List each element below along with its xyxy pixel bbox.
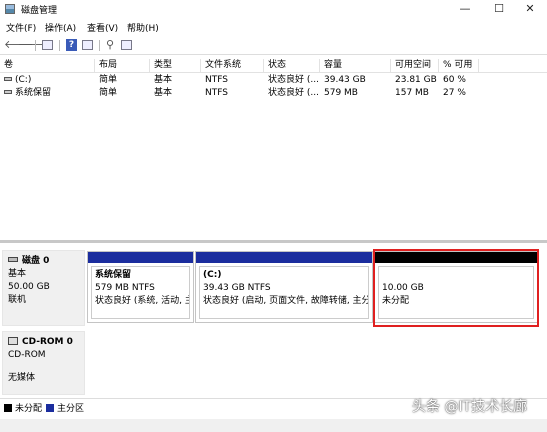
partition-info: (C:) 39.43 GB NTFS 状态良好 (启动, 页面文件, 故障转储,… [199,266,369,319]
cell-filesystem: NTFS [205,88,228,98]
partition-color-bar [196,252,372,263]
cell-type: 基本 [154,75,173,85]
partition-size: 39.43 GB NTFS [203,283,271,293]
cell-percent-free: 27 % [443,88,466,98]
menu-file[interactable]: 文件(F) [6,21,36,34]
cell-free-space: 23.81 GB [395,75,437,85]
drive-icon [4,89,12,94]
partition-color-bar [88,252,193,263]
col-header-layout[interactable]: 布局 [95,59,150,73]
disk0-name: 磁盘 0 [22,256,50,266]
watermark: 头条 @IT技术长廊 [412,399,528,415]
partition-status: 状态良好 (系统, 活动, 主分区) [95,296,189,306]
col-header-capacity[interactable]: 容量 [320,59,391,73]
window-title: 磁盘管理 [21,6,58,16]
legend-label: 未分配 [15,404,43,414]
close-button[interactable]: ✕ [513,0,547,18]
volume-list-header: 卷 布局 类型 文件系统 状态 容量 可用空间 % 可用 [0,59,547,73]
partition-info: 系统保留 579 MB NTFS 状态良好 (系统, 活动, 主分区) [91,266,190,319]
legend-primary: 主分区 [46,403,85,414]
legend-unallocated: 未分配 [4,403,43,414]
maximize-button[interactable]: ☐ [482,0,516,18]
disk-management-app-icon [5,4,15,14]
cdrom0-label[interactable]: CD-ROM 0 CD-ROM 无媒体 [2,331,85,395]
disk-icon [8,257,18,262]
disk0-status: 联机 [8,295,27,305]
table-row[interactable]: (C:) 简单 基本 NTFS 状态良好 (... 39.43 GB 23.81… [0,74,547,86]
cell-volume-label: 系统保留 [15,88,52,98]
col-header-volume[interactable]: 卷 [0,59,95,73]
col-header-free-space[interactable]: 可用空间 [391,59,439,73]
partition-status: 状态良好 (启动, 页面文件, 故障转储, 主分区) [203,296,369,306]
menu-help[interactable]: 帮助(H) [127,21,159,34]
cell-capacity: 39.43 GB [324,75,366,85]
menu-action[interactable]: 操作(A) [45,21,76,34]
cdrom0-media-area [87,331,539,395]
cell-percent-free: 60 % [443,75,466,85]
selection-highlight [373,249,539,327]
cell-capacity: 579 MB [324,88,358,98]
partition-c-drive[interactable]: (C:) 39.43 GB NTFS 状态良好 (启动, 页面文件, 故障转储,… [195,251,373,323]
help-icon[interactable]: ? [66,39,77,51]
disk0-size: 50.00 GB [8,282,50,292]
cell-volume: 系统保留 [0,87,51,99]
cell-free-space: 157 MB [395,88,429,98]
drive-icon [4,76,12,81]
col-header-percent-free[interactable]: % 可用 [439,59,479,73]
disk0-label[interactable]: 磁盘 0 基本 50.00 GB 联机 [2,250,85,326]
title-bar: 磁盘管理 — ☐ ✕ [0,0,547,18]
cdrom0-name: CD-ROM 0 [22,337,73,347]
legend-label: 主分区 [57,404,85,414]
col-header-status[interactable]: 状态 [264,59,320,73]
toolbar: 🡐 🡒 ? ⚲ [0,37,547,55]
details-icon[interactable] [82,40,93,50]
cdrom0-name-row: CD-ROM 0 [8,336,79,349]
cell-status: 状态良好 (... [268,88,319,98]
cell-volume-label: (C:) [15,75,32,85]
table-row[interactable]: 系统保留 简单 基本 NTFS 状态良好 (... 579 MB 157 MB … [0,87,547,99]
disk0-name-row: 磁盘 0 [8,255,79,268]
minimize-button[interactable]: — [448,0,482,18]
legend-swatch [4,403,12,412]
cdrom0-status: 无媒体 [8,373,36,383]
back-icon[interactable]: 🡐 [4,39,34,51]
status-bar [0,419,547,432]
cell-layout: 简单 [99,75,118,85]
col-header-filesystem[interactable]: 文件系统 [201,59,264,73]
legend-swatch [46,403,54,412]
cell-type: 基本 [154,88,173,98]
console-tree-icon[interactable] [42,40,53,50]
menu-view[interactable]: 查看(V) [87,21,118,34]
partition-system-reserved[interactable]: 系统保留 579 MB NTFS 状态良好 (系统, 活动, 主分区) [87,251,194,323]
cell-volume: (C:) [0,74,31,86]
toolbar-separator [59,40,60,51]
cell-status: 状态良好 (... [268,75,319,85]
toolbar-separator [99,40,100,51]
cell-filesystem: NTFS [205,75,228,85]
cdrom0-type: CD-ROM [8,350,46,360]
partition-size: 579 MB NTFS [95,283,155,293]
partition-name: (C:) [203,270,222,280]
partition-name: 系统保留 [95,270,132,280]
list-view-icon[interactable] [121,40,132,50]
col-header-type[interactable]: 类型 [150,59,201,73]
menu-bar: 文件(F) 操作(A) 查看(V) 帮助(H) [0,19,547,36]
toolbar-separator [35,40,36,51]
cdrom-icon [8,336,18,345]
rescan-icon[interactable]: ⚲ [104,39,116,51]
disk0-type: 基本 [8,269,27,279]
cell-layout: 简单 [99,88,118,98]
forward-icon[interactable]: 🡒 [18,39,48,51]
